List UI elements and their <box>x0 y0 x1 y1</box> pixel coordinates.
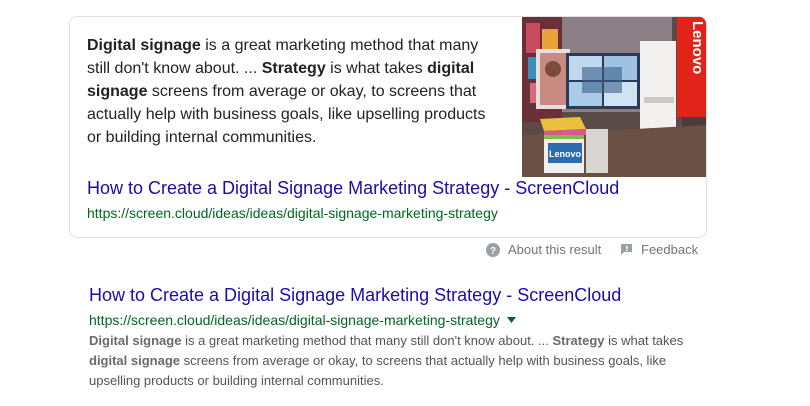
result-url-row: https://screen.cloud/ideas/ideas/digital… <box>89 312 516 328</box>
bold-keyword: digital signage <box>89 353 181 368</box>
text-segment: screens from average or okay, to screens… <box>87 83 486 146</box>
pillar-lenovo-text: Lenovo <box>689 21 706 74</box>
svg-text:?: ? <box>490 246 496 257</box>
question-icon: ? <box>486 242 500 257</box>
result-description: Digital signage is a great marketing met… <box>89 331 699 391</box>
feedback-link[interactable]: Feedback <box>620 242 698 257</box>
result-title-link[interactable]: How to Create a Digital Signage Marketin… <box>89 285 621 306</box>
bold-keyword: Digital signage <box>87 37 201 54</box>
featured-snippet-text: Digital signage is a great marketing met… <box>87 34 497 149</box>
featured-result-title-link[interactable]: How to Create a Digital Signage Marketin… <box>87 178 619 199</box>
text-segment: is what takes <box>325 60 428 77</box>
chevron-down-icon[interactable] <box>506 317 516 323</box>
about-this-result-link[interactable]: ? About this result <box>486 242 601 257</box>
table-lenovo-text: Lenovo <box>549 149 582 159</box>
bold-keyword: Strategy <box>552 333 605 348</box>
about-this-result-label: About this result <box>508 242 602 257</box>
featured-result-url: https://screen.cloud/ideas/ideas/digital… <box>87 205 498 221</box>
bold-keyword: Strategy <box>261 60 326 77</box>
feedback-icon <box>620 243 633 256</box>
text-segment: is what takes <box>604 333 684 348</box>
featured-snippet-card: Digital signage is a great marketing met… <box>69 16 707 238</box>
bold-keyword: Digital signage <box>89 333 182 348</box>
featured-snippet-image[interactable]: Lenovo Lenovo <box>522 17 706 177</box>
result-url: https://screen.cloud/ideas/ideas/digital… <box>89 312 500 328</box>
feedback-label: Feedback <box>641 242 699 257</box>
text-segment: is a great marketing method that many st… <box>181 333 553 348</box>
